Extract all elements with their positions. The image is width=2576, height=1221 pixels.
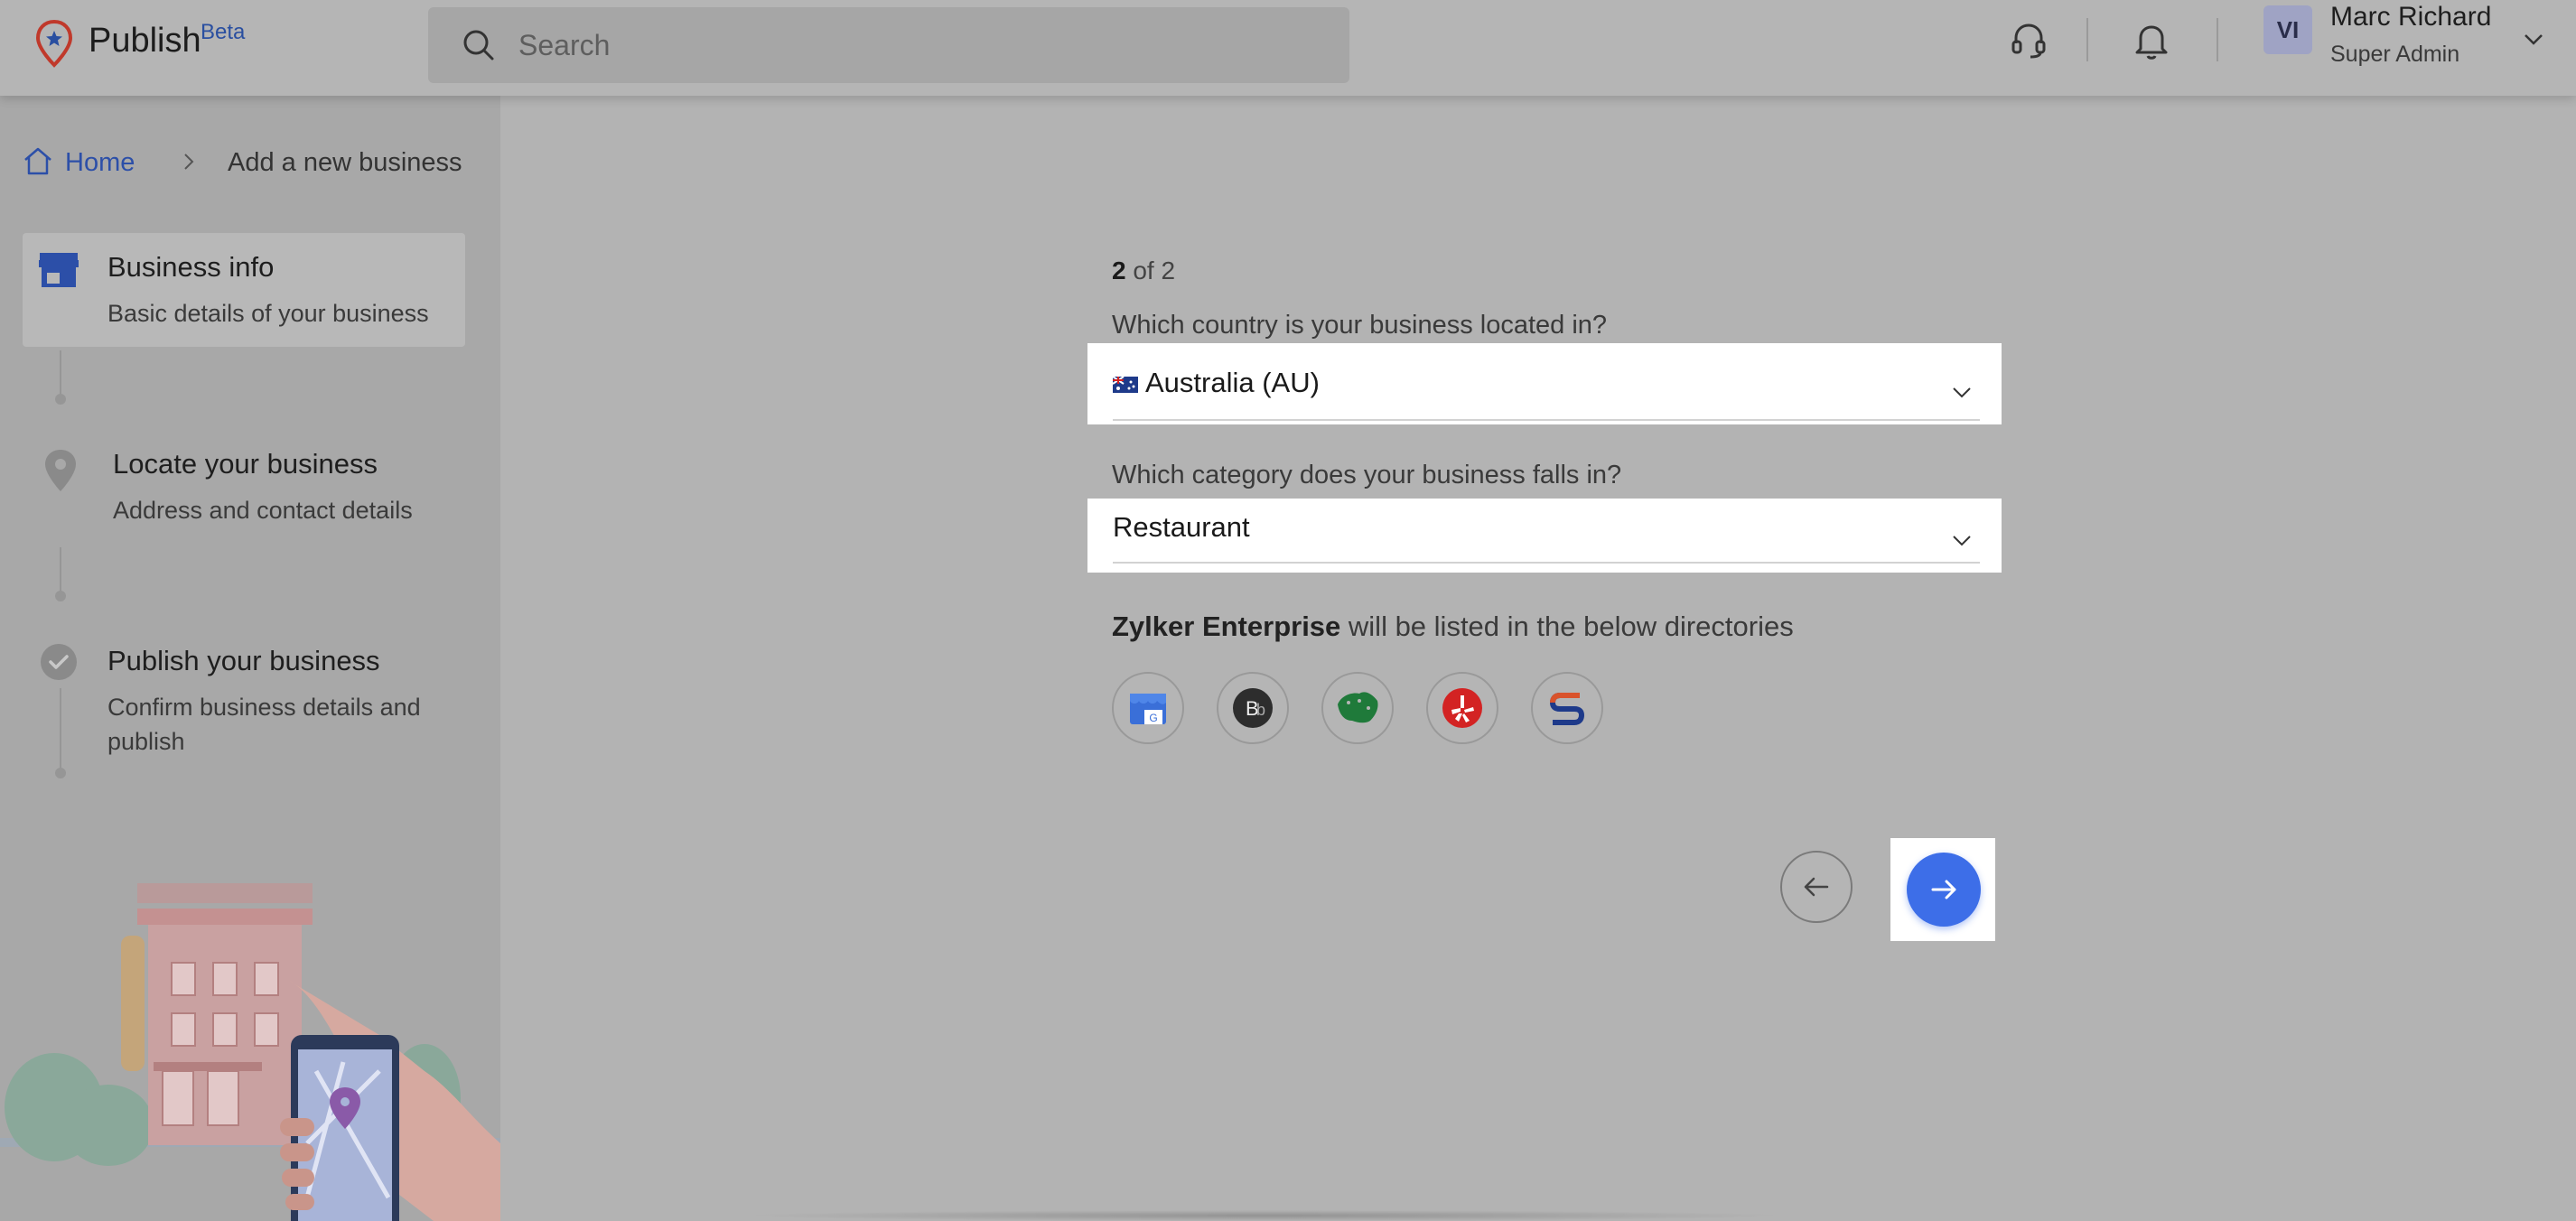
arrow-right-icon — [1931, 880, 1956, 899]
breadcrumb-current: Add a new business — [228, 148, 462, 177]
business-name: Zylker Enterprise — [1112, 610, 1341, 642]
location-pin-icon — [45, 450, 76, 491]
app-header: Publish Beta VI Marc Richard Super Admin — [0, 0, 2576, 96]
yelp-icon[interactable] — [1426, 672, 1498, 744]
step-dot — [55, 394, 66, 405]
step-current: 2 — [1112, 256, 1126, 284]
australia-flag-icon — [1113, 376, 1138, 393]
search-bar[interactable] — [428, 7, 1349, 83]
next-button[interactable] — [1907, 853, 1981, 927]
publish-logo-icon[interactable] — [33, 18, 76, 69]
step-dot — [55, 768, 66, 778]
category-question-label: Which category does your business falls … — [1112, 461, 1622, 489]
svg-text:G: G — [1149, 712, 1157, 724]
country-value: Australia (AU) — [1145, 367, 1320, 398]
check-circle-icon — [41, 644, 77, 680]
beta-badge: Beta — [201, 20, 246, 44]
search-icon — [463, 30, 494, 61]
step-title[interactable]: Business info — [107, 251, 274, 284]
user-role: Super Admin — [2330, 42, 2460, 67]
avatar[interactable]: VI — [2263, 5, 2312, 54]
header-divider — [2217, 18, 2218, 61]
user-name[interactable]: Marc Richard — [2330, 2, 2491, 33]
step-title[interactable]: Publish your business — [107, 645, 380, 677]
header-divider — [2086, 18, 2088, 61]
chevron-down-icon[interactable] — [1949, 379, 1974, 405]
australia-directory-icon[interactable] — [1321, 672, 1394, 744]
category-select[interactable]: Restaurant — [1087, 499, 2002, 573]
sidebar: Home Add a new business Business info Ba… — [0, 96, 500, 1221]
s-directory-icon[interactable] — [1531, 672, 1603, 744]
home-icon[interactable] — [22, 144, 54, 177]
back-button[interactable] — [1780, 851, 1853, 923]
step-counter: 2 of 2 — [1112, 256, 1175, 285]
listing-info-text: Zylker Enterprise will be listed in the … — [1112, 610, 1794, 643]
chevron-down-icon[interactable] — [2520, 25, 2547, 52]
bell-icon[interactable] — [2130, 18, 2173, 61]
svg-text:b: b — [1256, 701, 1265, 719]
step-title[interactable]: Locate your business — [113, 448, 378, 480]
select-underline — [1113, 419, 1980, 421]
country-select[interactable]: Australia (AU) — [1087, 343, 2002, 424]
google-business-icon[interactable]: G — [1112, 672, 1184, 744]
store-icon — [39, 253, 79, 287]
select-underline — [1113, 562, 1980, 564]
country-question-label: Which country is your business located i… — [1112, 311, 1608, 340]
app-name: Publish — [89, 22, 201, 60]
headset-icon[interactable] — [2007, 18, 2050, 61]
chevron-down-icon[interactable] — [1949, 527, 1974, 553]
step-desc: Basic details of your business — [107, 300, 429, 327]
step-desc: Confirm business details and publish — [107, 694, 421, 755]
country-select-value: Australia (AU) — [1113, 367, 1320, 399]
scroll-shadow — [741, 1210, 1788, 1221]
search-input[interactable] — [518, 7, 1313, 83]
step-total: of 2 — [1125, 256, 1176, 284]
step-connector — [60, 547, 61, 592]
step-desc: Address and contact details — [113, 497, 413, 524]
chevron-right-icon — [184, 154, 194, 170]
category-select-value: Restaurant — [1113, 511, 1250, 543]
step-connector — [60, 350, 61, 399]
step-connector — [60, 688, 61, 778]
arrow-left-icon — [1804, 877, 1829, 897]
step-dot — [55, 591, 66, 601]
next-button-highlight — [1890, 838, 1995, 941]
breadcrumb-home-link[interactable]: Home — [65, 148, 135, 178]
listing-suffix: will be listed in the below directories — [1340, 610, 1794, 642]
business-illustration — [0, 883, 500, 1221]
brownbook-icon[interactable]: B b — [1217, 672, 1289, 744]
